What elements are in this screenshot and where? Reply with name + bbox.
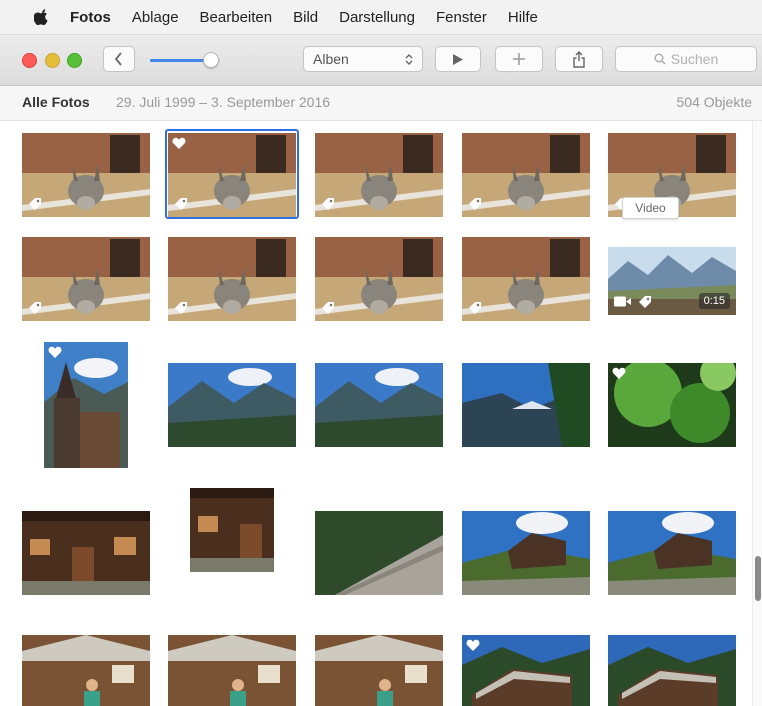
photo-image bbox=[168, 363, 296, 447]
photo-thumbnail[interactable] bbox=[22, 133, 150, 217]
photo-image bbox=[315, 635, 443, 706]
photo-image bbox=[44, 342, 128, 468]
page-title: Alle Fotos bbox=[22, 94, 90, 110]
favorite-heart-icon bbox=[612, 367, 626, 379]
photo-thumbnail[interactable] bbox=[315, 363, 443, 447]
share-icon bbox=[573, 50, 585, 68]
photo-image bbox=[22, 511, 150, 595]
photo-thumbnail[interactable]: 0:15 bbox=[608, 247, 736, 315]
keyword-tag-icon bbox=[322, 302, 334, 314]
photo-image bbox=[608, 635, 736, 706]
photo-image bbox=[462, 511, 590, 595]
menu-ablage[interactable]: Ablage bbox=[132, 9, 179, 26]
info-bar: Alle Fotos 29. Juli 1999 – 3. September … bbox=[0, 86, 762, 121]
photo-image bbox=[315, 511, 443, 595]
search-placeholder: Suchen bbox=[670, 51, 719, 67]
apple-icon[interactable] bbox=[34, 8, 50, 26]
favorite-heart-icon bbox=[466, 639, 480, 651]
plus-icon bbox=[513, 53, 525, 65]
item-count: 504 Objekte bbox=[676, 94, 753, 110]
photo-thumbnail[interactable] bbox=[608, 635, 736, 706]
favorite-heart-icon bbox=[48, 346, 62, 358]
photo-thumbnail[interactable] bbox=[462, 363, 590, 447]
photo-thumbnail[interactable] bbox=[315, 511, 443, 595]
photo-thumbnail[interactable] bbox=[608, 363, 736, 447]
menu-fenster[interactable]: Fenster bbox=[436, 9, 487, 26]
photo-thumbnail[interactable] bbox=[315, 635, 443, 706]
menu-bar: Fotos Ablage Bearbeiten Bild Darstellung… bbox=[0, 0, 762, 35]
photo-image bbox=[462, 635, 590, 706]
photo-thumbnail[interactable] bbox=[168, 635, 296, 706]
photo-thumbnail[interactable] bbox=[22, 237, 150, 321]
menu-bild[interactable]: Bild bbox=[293, 9, 318, 26]
zoom-slider-knob[interactable] bbox=[202, 52, 219, 68]
play-icon bbox=[453, 53, 463, 65]
photo-thumbnail[interactable] bbox=[462, 635, 590, 706]
minimize-window-button[interactable] bbox=[45, 53, 60, 68]
keyword-tag-icon bbox=[639, 296, 651, 308]
photo-image bbox=[608, 363, 736, 447]
add-button[interactable] bbox=[495, 46, 543, 72]
albums-select-label: Alben bbox=[313, 51, 349, 67]
menu-hilfe[interactable]: Hilfe bbox=[508, 9, 538, 26]
keyword-tag-icon bbox=[29, 198, 41, 210]
keyword-tag-icon bbox=[29, 302, 41, 314]
select-arrows-icon bbox=[405, 53, 413, 65]
photo-thumbnail[interactable] bbox=[168, 237, 296, 321]
photo-image bbox=[608, 511, 736, 595]
date-range: 29. Juli 1999 – 3. September 2016 bbox=[116, 94, 331, 110]
video-camera-icon bbox=[614, 296, 631, 307]
keyword-tag-icon bbox=[175, 302, 187, 314]
back-button[interactable] bbox=[103, 46, 135, 72]
photo-thumbnail[interactable] bbox=[315, 133, 443, 217]
toolbar: Alben Suchen bbox=[0, 35, 762, 86]
photo-image bbox=[315, 363, 443, 447]
menu-fotos[interactable]: Fotos bbox=[70, 9, 111, 26]
photo-image bbox=[190, 488, 274, 572]
search-icon bbox=[654, 53, 666, 65]
photo-image bbox=[168, 635, 296, 706]
photo-thumbnail[interactable] bbox=[168, 363, 296, 447]
scrollbar-thumb[interactable] bbox=[755, 556, 761, 601]
video-tooltip: Video bbox=[622, 197, 679, 219]
photo-image bbox=[462, 363, 590, 447]
slideshow-button[interactable] bbox=[435, 46, 481, 72]
albums-select[interactable]: Alben bbox=[303, 46, 423, 72]
menu-darstellung[interactable]: Darstellung bbox=[339, 9, 415, 26]
photo-thumbnail[interactable] bbox=[22, 511, 150, 595]
selection-frame bbox=[165, 129, 299, 219]
chevron-left-icon bbox=[114, 52, 122, 66]
share-button[interactable] bbox=[555, 46, 603, 72]
photo-image bbox=[22, 635, 150, 706]
scrollbar[interactable] bbox=[752, 121, 762, 706]
zoom-slider-fill bbox=[150, 59, 210, 62]
photo-thumbnail[interactable] bbox=[462, 511, 590, 595]
search-field[interactable]: Suchen bbox=[615, 46, 757, 72]
photo-thumbnail[interactable] bbox=[190, 488, 274, 614]
keyword-tag-icon bbox=[469, 198, 481, 210]
photo-thumbnail[interactable] bbox=[44, 342, 128, 468]
photo-thumbnail[interactable] bbox=[608, 511, 736, 595]
photo-thumbnail[interactable] bbox=[462, 237, 590, 321]
video-duration: 0:15 bbox=[698, 293, 730, 309]
keyword-tag-icon bbox=[322, 198, 334, 210]
menu-bearbeiten[interactable]: Bearbeiten bbox=[200, 9, 273, 26]
photo-thumbnail[interactable] bbox=[22, 635, 150, 706]
photo-thumbnail[interactable] bbox=[462, 133, 590, 217]
keyword-tag-icon bbox=[469, 302, 481, 314]
zoom-window-button[interactable] bbox=[67, 53, 82, 68]
close-window-button[interactable] bbox=[22, 53, 37, 68]
photo-thumbnail[interactable] bbox=[315, 237, 443, 321]
